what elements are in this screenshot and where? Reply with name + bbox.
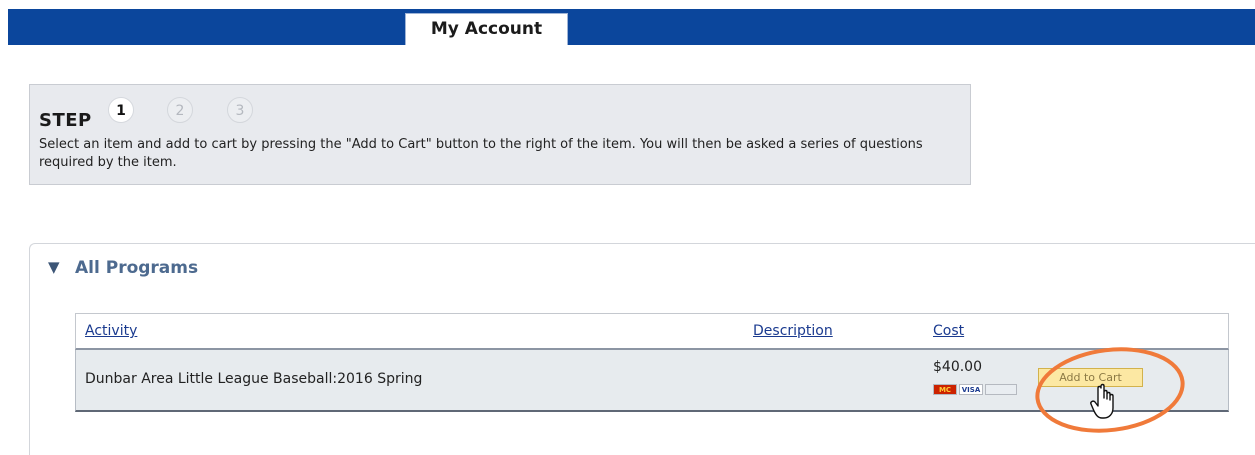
triangle-down-icon[interactable]: ▼ <box>48 258 60 276</box>
table-row: Dunbar Area Little League Baseball:2016 … <box>75 350 1229 412</box>
step-1-indicator: 1 <box>108 97 134 123</box>
step-title: STEP <box>39 110 92 131</box>
table-header: Activity Description Cost <box>75 313 1229 350</box>
add-to-cart-button[interactable]: Add to Cart <box>1038 368 1143 387</box>
programs-table: Activity Description Cost Dunbar Area Li… <box>75 313 1229 413</box>
step-description: Select an item and add to cart by pressi… <box>39 137 923 170</box>
mastercard-icon: MC <box>933 384 957 395</box>
step-2-indicator: 2 <box>167 97 193 123</box>
step-instructions-box: STEP 1 2 3 Select an item and add to car… <box>29 84 971 185</box>
activity-cell: Dunbar Area Little League Baseball:2016 … <box>85 371 423 387</box>
card-icon <box>985 384 1017 395</box>
column-header-activity[interactable]: Activity <box>85 323 137 339</box>
step-3-indicator: 3 <box>227 97 253 123</box>
visa-icon: VISA <box>959 384 983 395</box>
all-programs-panel: ▼ All Programs Activity Description Cost… <box>29 243 1255 455</box>
panel-title[interactable]: All Programs <box>75 258 198 278</box>
tab-my-account[interactable]: My Account <box>405 13 568 45</box>
top-nav-bar <box>8 9 1255 45</box>
column-header-description[interactable]: Description <box>753 323 833 339</box>
column-header-cost[interactable]: Cost <box>933 323 964 339</box>
cost-cell: $40.00 <box>933 359 982 375</box>
